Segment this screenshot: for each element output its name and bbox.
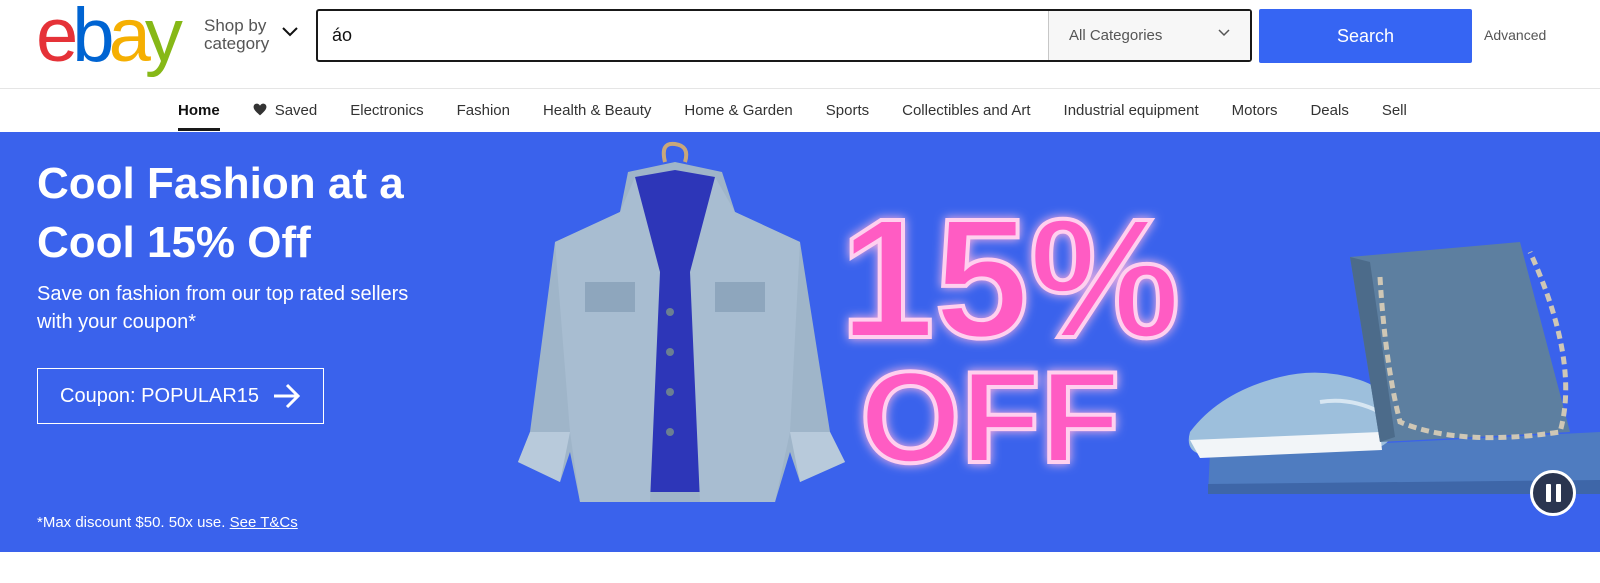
- search-input[interactable]: [318, 11, 1048, 60]
- banner-title: Cool Fashion at a Cool 15% Off: [37, 159, 404, 267]
- denim-jacket-image: [518, 141, 845, 502]
- heart-icon: [253, 103, 267, 116]
- coupon-label: Coupon: POPULAR15: [60, 385, 260, 407]
- nav-item-industrial-equipment[interactable]: Industrial equipment: [1064, 89, 1199, 132]
- chevron-down-icon: [282, 27, 298, 37]
- discount-neon-graphic: 15% OFF: [838, 182, 1182, 492]
- coupon-button[interactable]: Coupon: POPULAR15: [37, 368, 324, 424]
- shop-by-category-label: Shop by category: [204, 16, 270, 53]
- nav-item-home-garden[interactable]: Home & Garden: [684, 89, 792, 132]
- nav-item-deals[interactable]: Deals: [1310, 89, 1348, 132]
- advanced-search-link[interactable]: Advanced: [1484, 27, 1546, 43]
- arrow-right-icon: [274, 383, 301, 409]
- nav-item-sell[interactable]: Sell: [1382, 89, 1407, 132]
- category-select[interactable]: All Categories: [1048, 11, 1250, 60]
- category-nav: Home Saved Electronics Fashion Health & …: [0, 88, 1600, 132]
- handbag-image: [1350, 242, 1570, 442]
- nav-item-motors[interactable]: Motors: [1232, 89, 1278, 132]
- nav-item-electronics[interactable]: Electronics: [350, 89, 423, 132]
- fine-print-text: *Max discount $50. 50x use.: [37, 514, 226, 531]
- banner-artwork: 15% OFF: [518, 141, 1600, 502]
- terms-link[interactable]: See T&Cs: [230, 514, 298, 531]
- nav-item-fashion[interactable]: Fashion: [457, 89, 510, 132]
- nav-item-saved[interactable]: Saved: [253, 89, 318, 132]
- nav-item-collectibles-art[interactable]: Collectibles and Art: [902, 89, 1030, 132]
- logo-letter-a: a: [108, 0, 151, 78]
- neon-text-off: OFF: [860, 344, 1120, 490]
- logo-letter-y: y: [144, 0, 183, 78]
- logo-letter-e: e: [36, 0, 78, 78]
- search-button[interactable]: Search: [1259, 9, 1472, 63]
- nav-item-sports[interactable]: Sports: [826, 89, 869, 132]
- banner-fine-print: *Max discount $50. 50x use. See T&Cs: [37, 514, 298, 531]
- ebay-logo[interactable]: ebay: [36, 0, 183, 78]
- sneaker-image: [1188, 372, 1396, 458]
- logo-letter-b: b: [72, 0, 114, 78]
- chevron-down-icon: [1218, 29, 1230, 37]
- header: ebay Shop by category All Categories Sea…: [0, 0, 1600, 88]
- promo-banner[interactable]: Cool Fashion at a Cool 15% Off Save on f…: [0, 132, 1600, 552]
- banner-subtitle: Save on fashion from our top rated selle…: [37, 283, 409, 333]
- category-select-value: All Categories: [1069, 27, 1163, 44]
- pause-button[interactable]: [1530, 470, 1576, 516]
- search-box: All Categories: [316, 9, 1252, 62]
- nav-item-health-beauty[interactable]: Health & Beauty: [543, 89, 651, 132]
- nav-item-home[interactable]: Home: [178, 89, 220, 132]
- nav-item-label: Saved: [274, 102, 318, 119]
- shop-by-category-button[interactable]: Shop by category: [204, 16, 298, 53]
